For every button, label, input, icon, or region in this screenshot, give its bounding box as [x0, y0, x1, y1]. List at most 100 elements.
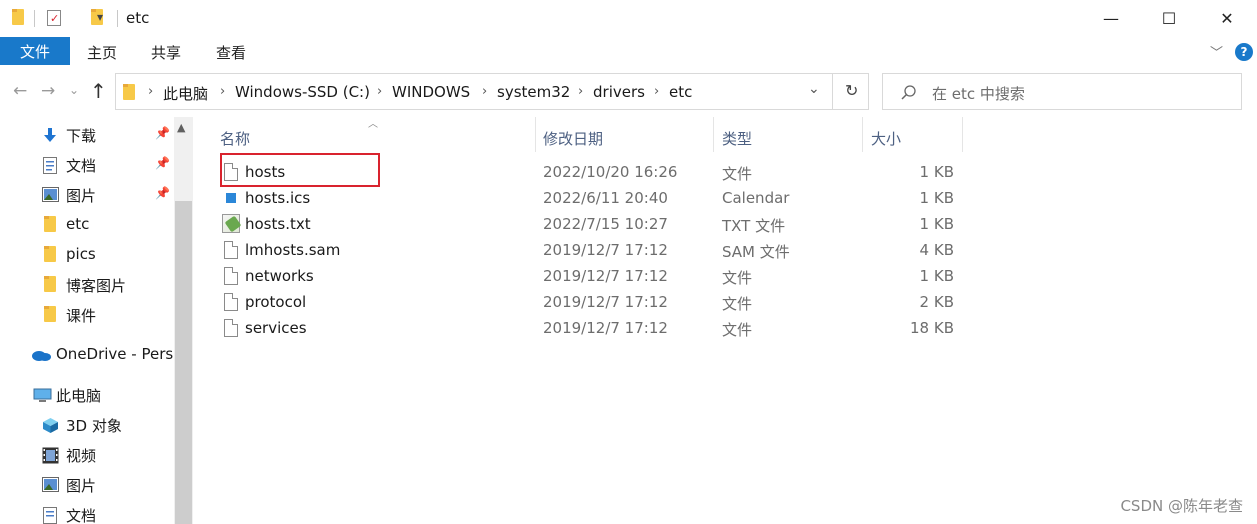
nav-item-pictures-pc[interactable]: 图片	[0, 471, 174, 499]
pin-icon[interactable]: 📌	[155, 186, 170, 200]
navigation-pane: 下载 📌 文档 📌 图片 📌 etc pics 博客图片 课件 OneDrive…	[0, 117, 193, 524]
file-row-protocol[interactable]: protocol 2019/12/7 17:12 文件 2 KB	[193, 289, 973, 315]
window-title: etc	[126, 9, 150, 27]
nav-item-label: 3D 对象	[66, 417, 122, 435]
column-divider[interactable]	[962, 117, 963, 152]
chevron-right-icon[interactable]: ›	[482, 84, 487, 99]
breadcrumb-this-pc[interactable]: 此电脑	[163, 83, 208, 104]
file-row-hosts-ics[interactable]: hosts.ics 2022/6/11 20:40 Calendar 1 KB	[193, 185, 973, 211]
chevron-right-icon[interactable]: ›	[377, 84, 382, 99]
3d-objects-icon	[43, 418, 58, 433]
help-icon[interactable]: ?	[1235, 43, 1253, 61]
nav-item-pics[interactable]: pics	[0, 241, 174, 269]
close-button[interactable]: ✕	[1198, 0, 1256, 37]
up-button[interactable]: ↑	[90, 79, 107, 103]
nav-item-documents[interactable]: 文档 📌	[0, 151, 174, 179]
pictures-icon	[42, 477, 59, 492]
file-row-hosts-txt[interactable]: hosts.txt 2022/7/15 10:27 TXT 文件 1 KB	[193, 211, 973, 237]
chevron-right-icon[interactable]: ›	[148, 84, 153, 99]
refresh-button[interactable]: ↻	[845, 81, 858, 100]
calendar-file-icon	[226, 193, 236, 203]
nav-item-etc[interactable]: etc	[0, 211, 174, 239]
file-type: Calendar	[722, 189, 790, 207]
document-icon	[43, 157, 57, 174]
back-button[interactable]: ←	[13, 81, 27, 101]
nav-scrollbar[interactable]: ▲	[174, 117, 193, 524]
file-type: 文件	[722, 321, 753, 339]
properties-icon[interactable]: ✓	[47, 10, 61, 26]
search-placeholder: 在 etc 中搜索	[932, 85, 1025, 103]
chevron-right-icon[interactable]: ›	[220, 84, 225, 99]
folder-icon	[12, 9, 24, 25]
nav-item-downloads[interactable]: 下载 📌	[0, 121, 174, 149]
nav-item-blog-pictures[interactable]: 博客图片	[0, 271, 174, 299]
pin-icon[interactable]: 📌	[155, 156, 170, 170]
search-icon	[901, 85, 916, 100]
maximize-button[interactable]: ☐	[1140, 0, 1198, 37]
file-size: 1 KB	[919, 215, 954, 233]
column-header-date[interactable]: 修改日期	[536, 117, 713, 153]
column-header-name[interactable]: 名称	[193, 117, 535, 153]
highlight-box	[220, 153, 380, 187]
nav-item-courseware[interactable]: 课件	[0, 301, 174, 329]
tab-share[interactable]: 共享	[151, 42, 181, 63]
file-name: protocol	[245, 293, 307, 311]
tab-file[interactable]: 文件	[0, 37, 70, 65]
file-name: networks	[245, 267, 314, 285]
scrollbar-thumb[interactable]	[175, 201, 192, 524]
file-type: 文件	[722, 165, 753, 183]
download-icon	[44, 128, 56, 142]
file-date: 2022/7/15 10:27	[543, 215, 668, 233]
breadcrumb-drivers[interactable]: drivers	[593, 83, 645, 101]
forward-button[interactable]: →	[41, 81, 55, 101]
recent-locations-icon[interactable]: ⌄	[69, 83, 79, 97]
breadcrumb-etc[interactable]: etc	[669, 83, 692, 101]
document-icon	[43, 507, 57, 524]
file-row-lmhosts-sam[interactable]: lmhosts.sam 2019/12/7 17:12 SAM 文件 4 KB	[193, 237, 973, 263]
minimize-button[interactable]: —	[1082, 0, 1140, 37]
address-bar[interactable]: › 此电脑 › Windows-SSD (C:) › WINDOWS › sys…	[115, 73, 869, 110]
file-row-services[interactable]: services 2019/12/7 17:12 文件 18 KB	[193, 315, 973, 341]
ribbon-collapse-icon[interactable]: ﹀	[1210, 42, 1223, 61]
folder-icon	[44, 246, 56, 262]
tab-view[interactable]: 查看	[216, 42, 246, 63]
search-input[interactable]: 在 etc 中搜索	[882, 73, 1242, 110]
file-date: 2022/10/20 16:26	[543, 163, 678, 181]
breadcrumb-system32[interactable]: system32	[497, 83, 570, 101]
ribbon: 文件 主页 共享 查看 ﹀ ?	[0, 37, 1257, 67]
nav-item-3d-objects[interactable]: 3D 对象	[0, 411, 174, 439]
nav-item-label: OneDrive - Personal	[56, 345, 174, 363]
file-size: 4 KB	[919, 241, 954, 259]
address-row: ← → ⌄ ↑ › 此电脑 › Windows-SSD (C:) › WINDO…	[0, 67, 1257, 117]
address-history-dropdown-icon[interactable]: ⌄	[808, 81, 820, 97]
quick-access-dropdown-icon[interactable]: ▾	[97, 10, 103, 30]
pictures-icon	[42, 187, 59, 202]
breadcrumb-windows[interactable]: WINDOWS	[392, 83, 470, 101]
file-date: 2019/12/7 17:12	[543, 319, 668, 337]
nav-item-videos[interactable]: 视频	[0, 441, 174, 469]
chevron-right-icon[interactable]: ›	[578, 84, 583, 99]
breadcrumb-drive[interactable]: Windows-SSD (C:)	[235, 83, 370, 101]
nav-item-onedrive[interactable]: OneDrive - Personal	[0, 341, 174, 369]
file-type: 文件	[722, 295, 753, 313]
folder-icon	[123, 84, 135, 100]
nav-item-this-pc[interactable]: 此电脑	[0, 381, 174, 409]
nav-item-documents-pc[interactable]: 文档	[0, 501, 174, 524]
file-date: 2019/12/7 17:12	[543, 267, 668, 285]
nav-item-label: 下载	[66, 127, 97, 145]
column-header-size[interactable]: 大小	[863, 117, 962, 153]
file-size: 1 KB	[919, 189, 954, 207]
onedrive-icon	[32, 351, 51, 361]
file-icon	[224, 319, 238, 337]
file-name: hosts.ics	[245, 189, 311, 207]
divider	[832, 74, 833, 109]
column-header-type[interactable]: 类型	[714, 117, 862, 153]
nav-item-pictures[interactable]: 图片 📌	[0, 181, 174, 209]
pin-icon[interactable]: 📌	[155, 126, 170, 140]
tab-home[interactable]: 主页	[87, 42, 117, 63]
scroll-up-icon[interactable]: ▲	[177, 121, 185, 134]
chevron-right-icon[interactable]: ›	[654, 84, 659, 99]
file-size: 18 KB	[910, 319, 954, 337]
file-size: 1 KB	[919, 163, 954, 181]
file-row-networks[interactable]: networks 2019/12/7 17:12 文件 1 KB	[193, 263, 973, 289]
